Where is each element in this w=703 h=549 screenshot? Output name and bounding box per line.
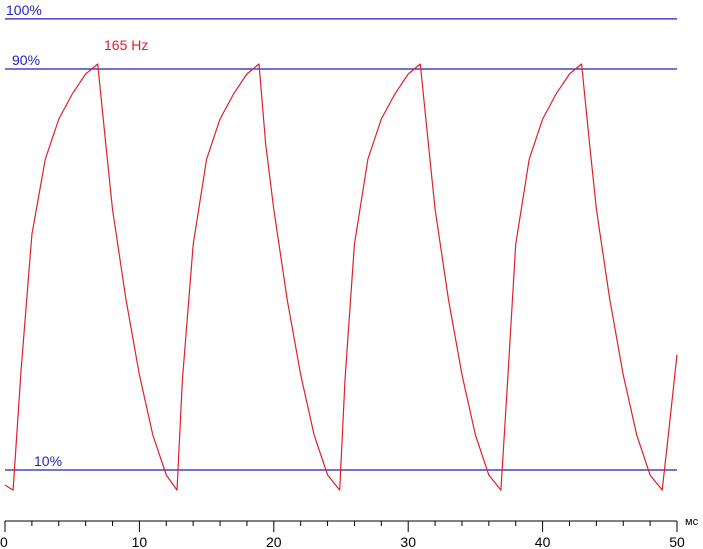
x-tick-label: 30 [400,534,416,549]
x-tick-label: 0 [0,534,8,549]
x-tick-label: 20 [266,534,282,549]
reference-labels: 100% 90% 10% [6,2,62,469]
series-line-165hz [4,63,678,491]
reference-label-100: 100% [6,2,42,18]
x-axis: 0 10 20 30 40 50 [0,520,685,549]
response-time-chart: 100% 90% 10% 165 Hz 0 10 20 30 40 50 мс [0,2,699,549]
series-label: 165 Hz [104,37,148,53]
x-unit-label: мс [685,516,699,528]
reference-lines [5,18,677,471]
x-tick-label: 50 [669,534,685,549]
reference-label-90: 90% [12,52,40,68]
reference-label-10: 10% [34,453,62,469]
series-group: 165 Hz [4,37,678,491]
x-tick-label: 40 [535,534,551,549]
x-tick-label: 10 [132,534,148,549]
